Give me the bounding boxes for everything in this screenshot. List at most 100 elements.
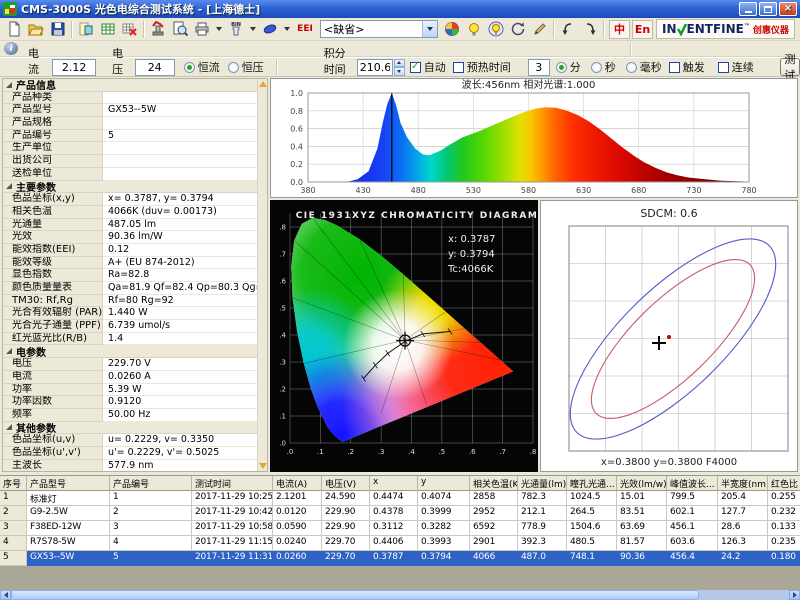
scroll-down-icon[interactable] [259, 463, 267, 469]
dropdown-caret-icon[interactable] [216, 27, 222, 31]
preheat-checkbox[interactable]: 预热时间 [453, 59, 511, 75]
property-row[interactable]: 能效等级A+ (EU 874-2012) [3, 257, 258, 270]
table-cell[interactable]: G9-2.5W [27, 506, 110, 521]
table-cell[interactable]: GX53--5W [27, 551, 110, 566]
row-header-cell[interactable]: 1 [0, 491, 27, 506]
table-cell[interactable]: 748.1 [567, 551, 617, 566]
printer-icon[interactable] [191, 19, 213, 39]
language-chinese-button[interactable]: 中 [609, 20, 630, 39]
row-header-cell[interactable]: 3 [0, 521, 27, 536]
horizontal-scrollbar[interactable] [0, 590, 800, 600]
constant-voltage-radio[interactable]: 恒压 [228, 59, 264, 75]
table-cell[interactable]: 127.7 [718, 506, 768, 521]
property-row[interactable]: 电压229.70 V [3, 358, 258, 371]
table-cell[interactable]: 1504.6 [567, 521, 617, 536]
minimize-button[interactable] [739, 2, 757, 16]
test-button[interactable]: 测试 [780, 58, 800, 76]
open-folder-icon[interactable] [25, 19, 47, 39]
ellipse-tool-icon[interactable] [259, 19, 281, 39]
table-cell[interactable]: 0.4406 [370, 536, 418, 551]
table-cell[interactable]: 0.4074 [418, 491, 470, 506]
table-cell[interactable]: 2017-11-29 10:42:42 [192, 506, 273, 521]
table-cell[interactable]: 229.70 [322, 536, 370, 551]
table-cell[interactable]: 0.3787 [370, 551, 418, 566]
close-button[interactable]: × [779, 2, 797, 16]
table-cell[interactable]: 0.4474 [370, 491, 418, 506]
combo-dropdown-icon[interactable] [422, 21, 437, 37]
column-header[interactable]: 电压(V) [322, 476, 370, 491]
column-header[interactable]: 峰值波长... [667, 476, 718, 491]
minute-radio[interactable]: 分 [556, 59, 581, 75]
column-header[interactable]: 产品型号 [27, 476, 110, 491]
integration-input[interactable] [357, 59, 393, 76]
table-cell[interactable]: 0.232 [768, 506, 800, 521]
property-row[interactable]: 光合光子通量 (PPF)6.739 umol/s [3, 320, 258, 333]
constant-current-radio[interactable]: 恒流 [184, 59, 220, 75]
table-cell[interactable]: 229.90 [322, 506, 370, 521]
table-cell[interactable]: 480.5 [567, 536, 617, 551]
property-row[interactable]: 颜色质量量表Qa=81.9 Qf=82.4 Qp=80.3 Qg=90.1 [3, 282, 258, 295]
table-cell[interactable]: 0.255 [768, 491, 800, 506]
table-cell[interactable]: 229.70 [322, 551, 370, 566]
property-row[interactable]: 色品坐标(u,v)u= 0.2229, v= 0.3350 [3, 434, 258, 447]
table-cell[interactable]: 1 [110, 491, 192, 506]
history-icon[interactable] [507, 19, 529, 39]
scroll-right-icon[interactable] [789, 590, 800, 600]
property-row[interactable]: 光通量487.05 lm [3, 219, 258, 232]
table-cell[interactable]: 0.0120 [273, 506, 322, 521]
row-header-cell[interactable]: 5 [0, 551, 27, 566]
section-expand-icon[interactable] [6, 424, 12, 430]
table-cell[interactable]: 0.133 [768, 521, 800, 536]
table-cell[interactable]: 2017-11-29 11:31:53 [192, 551, 273, 566]
table-cell[interactable]: 标准灯 [27, 491, 110, 506]
undo-icon[interactable] [557, 19, 579, 39]
table-cell[interactable]: 0.3112 [370, 521, 418, 536]
table-cell[interactable]: 83.51 [617, 506, 667, 521]
trigger-checkbox[interactable]: 触发 [669, 59, 705, 75]
property-grid-scrollbar[interactable] [257, 79, 267, 471]
table-cell[interactable]: 24.590 [322, 491, 370, 506]
table-cell[interactable]: 782.3 [518, 491, 567, 506]
property-row[interactable]: 生产单位 [3, 142, 258, 155]
column-header[interactable]: x [370, 476, 418, 491]
spin-down-icon[interactable] [394, 67, 405, 76]
table-row[interactable]: 3F38ED-12W32017-11-29 10:58:560.0590229.… [0, 521, 800, 536]
table-cell[interactable]: 28.6 [718, 521, 768, 536]
table-cell[interactable]: 229.90 [322, 521, 370, 536]
row-header-cell[interactable]: 4 [0, 536, 27, 551]
table-cell[interactable]: 264.5 [567, 506, 617, 521]
table-cell[interactable]: 2 [110, 506, 192, 521]
property-row[interactable]: 产品编号5 [3, 130, 258, 143]
column-header[interactable]: 红色比 [768, 476, 800, 491]
table-cell[interactable]: 212.1 [518, 506, 567, 521]
report-icon[interactable] [75, 19, 97, 39]
info-icon[interactable]: i [4, 42, 18, 55]
auto-checkbox[interactable]: 自动 [410, 59, 446, 75]
continuous-checkbox[interactable]: 连续 [718, 59, 754, 75]
language-english-button[interactable]: En [632, 20, 653, 39]
property-row[interactable]: 显色指数Ra=82.8 [3, 269, 258, 282]
millisecond-radio[interactable]: 毫秒 [626, 59, 662, 75]
table-cell[interactable]: 602.1 [667, 506, 718, 521]
column-header[interactable]: 电流(A) [273, 476, 322, 491]
table-cell[interactable]: 799.5 [667, 491, 718, 506]
table-cell[interactable]: 0.0240 [273, 536, 322, 551]
table-cell[interactable]: F38ED-12W [27, 521, 110, 536]
color-wheel-icon[interactable] [441, 19, 463, 39]
column-header[interactable]: 序号 [0, 476, 27, 491]
property-row[interactable]: 色品坐标(x,y)x= 0.3787, y= 0.3794 [3, 193, 258, 206]
section-expand-icon[interactable] [6, 183, 12, 189]
table-cell[interactable]: 24.2 [718, 551, 768, 566]
property-row[interactable]: 主波长577.9 nm [3, 460, 258, 472]
column-header[interactable]: 半宽度(nm) [718, 476, 768, 491]
column-header[interactable]: 相关色温(K) [470, 476, 518, 491]
table-cell[interactable]: 0.0590 [273, 521, 322, 536]
column-header[interactable]: 产品编号 [110, 476, 192, 491]
table-cell[interactable]: 0.180 [768, 551, 800, 566]
table-cell[interactable]: 90.36 [617, 551, 667, 566]
scroll-left-icon[interactable] [0, 590, 11, 600]
table-cell[interactable]: 778.9 [518, 521, 567, 536]
table-cell[interactable]: 0.3794 [418, 551, 470, 566]
property-row[interactable]: 能效指数(EEI)0.12 [3, 244, 258, 257]
column-header[interactable]: 瞳孔光通... [567, 476, 617, 491]
